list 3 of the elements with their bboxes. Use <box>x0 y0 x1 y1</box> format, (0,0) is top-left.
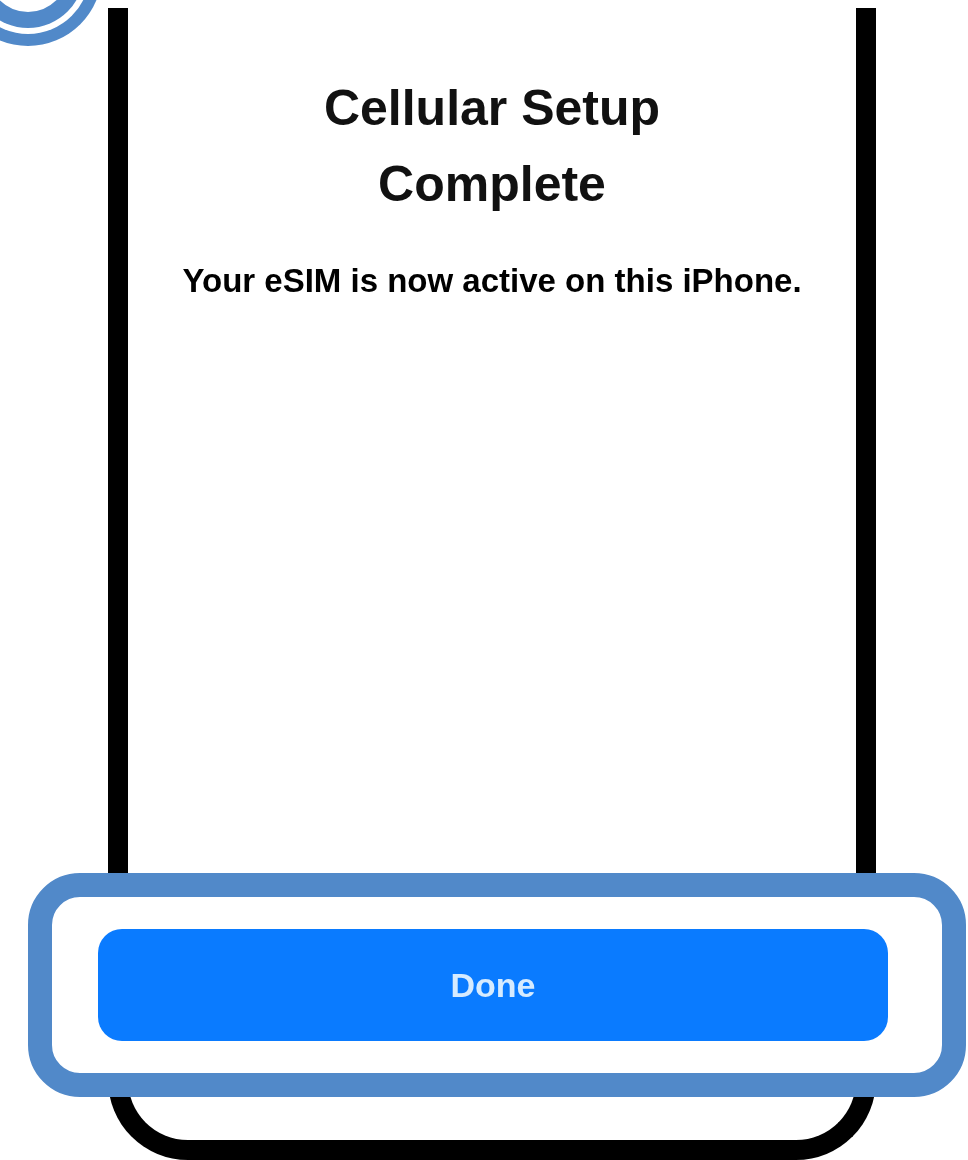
screen-title: Cellular Setup Complete <box>322 79 662 214</box>
status-message: Your eSIM is now active on this iPhone. <box>182 262 802 300</box>
done-button[interactable]: Done <box>98 929 888 1041</box>
